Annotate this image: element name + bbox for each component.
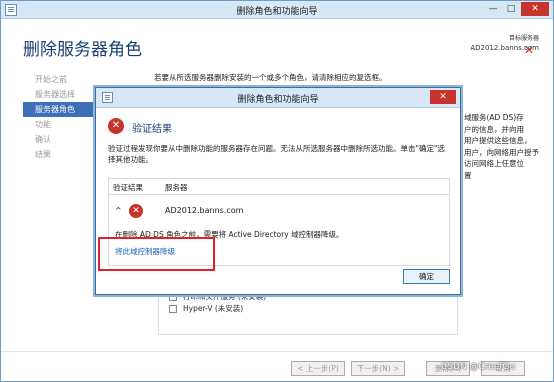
maximize-button[interactable]: □ bbox=[503, 2, 519, 16]
minimize-button[interactable]: — bbox=[485, 2, 501, 16]
wizard-header: 删除服务器角色 目标服务器 AD2012.banns.com bbox=[1, 19, 553, 65]
list-item[interactable]: Hyper-V (未安装) bbox=[169, 303, 266, 315]
role-description-line: 置 bbox=[464, 170, 472, 180]
wizard-title: 删除角色和功能向导 bbox=[236, 7, 318, 17]
close-button[interactable]: ✕ bbox=[521, 2, 549, 16]
role-description-line: 户的信息，并向用 bbox=[464, 124, 524, 134]
sidebar-item-before-you-begin[interactable]: 开始之前 bbox=[23, 72, 131, 87]
error-icon: ✕ bbox=[129, 204, 143, 218]
dialog-titlebar: 删除角色和功能向导 ✕ bbox=[96, 88, 460, 108]
dialog-close-button[interactable]: ✕ bbox=[430, 90, 456, 104]
dialog-description: 验证过程发现你要从中删除功能的服务器存在问题。无法从所选服务器中删除所选功能。单… bbox=[108, 144, 445, 164]
role-description-line: 用户提供这些信息， bbox=[464, 136, 532, 145]
error-icon: ✕ bbox=[108, 118, 124, 134]
watermark: CSDN @CreefGu bbox=[441, 362, 516, 372]
role-description-line: 用户，向网络用户授予 bbox=[464, 147, 539, 157]
ok-button[interactable]: 确定 bbox=[403, 269, 450, 284]
role-description-line: 域服务(AD DS)存 bbox=[464, 113, 524, 122]
error-close-icon[interactable]: ✕ bbox=[524, 43, 534, 57]
row-server-name: AD2012.banns.com bbox=[165, 206, 244, 215]
page-title: 删除服务器角色 bbox=[23, 40, 142, 60]
wizard-titlebar: 删除角色和功能向导 — □ ✕ bbox=[1, 1, 553, 19]
dialog-title: 删除角色和功能向导 bbox=[237, 95, 319, 105]
role-description: 域服务(AD DS)存 户的信息，并向用 用户提供这些信息， 用户，向网络用户授… bbox=[464, 112, 546, 181]
collapse-chevron-icon[interactable]: ^ bbox=[115, 206, 122, 215]
role-label: Hyper-V (未安装) bbox=[183, 304, 244, 313]
column-header-result[interactable]: 验证结果 bbox=[113, 182, 143, 193]
previous-button[interactable]: < 上一步(P) bbox=[291, 361, 345, 376]
instruction-text: 若要从所选服务器删除安装的一个或多个角色，请清除相应的复选框。 bbox=[154, 73, 387, 82]
column-header-server[interactable]: 服务器 bbox=[165, 182, 188, 193]
table-row[interactable]: ^ ✕ AD2012.banns.com bbox=[109, 203, 449, 223]
role-description-line: 访问网络上任意位 bbox=[464, 159, 524, 168]
target-server-label: 目标服务器 bbox=[508, 35, 539, 42]
dialog-heading: 验证结果 bbox=[132, 124, 172, 135]
results-header: 验证结果 服务器 bbox=[109, 179, 449, 195]
role-checkbox[interactable] bbox=[169, 305, 177, 313]
next-button[interactable]: 下一步(N) > bbox=[351, 361, 405, 376]
highlight-box bbox=[98, 237, 215, 271]
